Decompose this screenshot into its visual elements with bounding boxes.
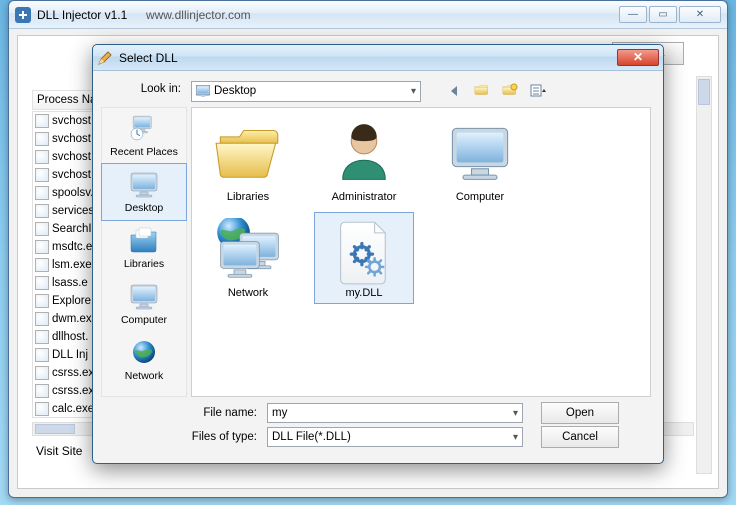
maximize-button[interactable]: ▭ (649, 6, 677, 23)
process-item[interactable]: svchost (33, 130, 101, 148)
desktop-icon (196, 85, 210, 97)
process-item[interactable]: SearchI (33, 220, 101, 238)
filename-label: File name: (97, 407, 267, 419)
views-icon (530, 83, 546, 99)
user-icon (330, 122, 398, 190)
process-item[interactable]: services (33, 202, 101, 220)
dialog-title: Select DLL (119, 51, 178, 65)
file-list-area[interactable]: Libraries Administrator Computer Network my.… (191, 107, 651, 397)
place-recent-places[interactable]: Recent Places (102, 108, 186, 164)
process-item[interactable]: dwm.ex (33, 310, 101, 328)
recent-icon (128, 112, 160, 144)
visit-site-link[interactable]: Visit Site (36, 444, 82, 458)
computer-icon (128, 280, 160, 312)
file-item[interactable]: Network (198, 212, 298, 304)
file-item-label: Administrator (319, 191, 409, 203)
monitor-icon (128, 168, 160, 200)
dialog-close-button[interactable]: ✕ (617, 49, 659, 66)
main-titlebar[interactable]: DLL Injector v1.1 www.dllinjector.com — … (9, 1, 727, 29)
pen-icon (97, 50, 113, 66)
process-item[interactable]: csrss.ex (33, 382, 101, 400)
lookin-combo[interactable]: Desktop (191, 81, 421, 102)
place-computer[interactable]: Computer (102, 276, 186, 332)
open-button[interactable]: Open (541, 402, 619, 424)
filetype-combo[interactable]: DLL File(*.DLL) (267, 427, 523, 447)
process-item[interactable]: msdtc.e (33, 238, 101, 256)
globe-icon (128, 336, 160, 368)
process-item[interactable]: csrss.ex (33, 364, 101, 382)
new-folder-button[interactable] (499, 80, 521, 102)
scrollbar-thumb[interactable] (698, 79, 710, 105)
views-button[interactable] (527, 80, 549, 102)
back-button[interactable] (443, 80, 465, 102)
file-item-label: Libraries (203, 191, 293, 203)
computer-icon (446, 122, 514, 190)
place-desktop[interactable]: Desktop (102, 164, 186, 220)
arrow-left-icon (446, 83, 462, 99)
process-item[interactable]: calc.exe (33, 400, 101, 418)
libraries-icon (128, 224, 160, 256)
file-item[interactable]: Administrator (314, 116, 414, 208)
network-icon (214, 218, 282, 286)
filename-input[interactable]: my (267, 403, 523, 423)
process-item[interactable]: lsass.e (33, 274, 101, 292)
filetype-label: Files of type: (97, 431, 267, 443)
cancel-button[interactable]: Cancel (541, 426, 619, 448)
process-item[interactable]: svchost (33, 148, 101, 166)
file-item-label: Network (203, 287, 293, 299)
places-bar: Recent PlacesDesktopLibrariesComputerNet… (101, 107, 187, 397)
lookin-value: Desktop (214, 85, 256, 97)
scrollbar-thumb[interactable] (35, 424, 75, 434)
process-item[interactable]: lsm.exe (33, 256, 101, 274)
app-icon (15, 7, 31, 23)
main-scrollbar-v[interactable] (696, 76, 712, 474)
file-item[interactable]: my.DLL (314, 212, 414, 304)
lookin-label: Look in: (97, 83, 187, 95)
close-button[interactable]: ✕ (679, 6, 721, 23)
process-item[interactable]: DLL Inj (33, 346, 101, 364)
dialog-body: Look in: Desktop Recent PlacesDesktopLib… (97, 75, 659, 459)
place-network[interactable]: Network (102, 332, 186, 388)
file-item-label: Computer (435, 191, 525, 203)
new-folder-icon (502, 83, 518, 99)
folder-up-icon (474, 83, 490, 99)
main-title: DLL Injector v1.1 www.dllinjector.com (37, 8, 251, 22)
open-file-dialog: Select DLL ✕ Look in: Desktop Recent Pla… (92, 44, 664, 464)
dll-file-icon (330, 218, 398, 286)
file-item-label: my.DLL (319, 287, 409, 299)
dialog-titlebar[interactable]: Select DLL ✕ (93, 45, 663, 71)
process-item[interactable]: spoolsv. (33, 184, 101, 202)
file-item[interactable]: Computer (430, 116, 530, 208)
folder-open-icon (214, 122, 282, 190)
process-item[interactable]: Explore (33, 292, 101, 310)
process-item[interactable]: svchost (33, 112, 101, 130)
minimize-button[interactable]: — (619, 6, 647, 23)
process-item[interactable]: svchost (33, 166, 101, 184)
up-one-level-button[interactable] (471, 80, 493, 102)
place-libraries[interactable]: Libraries (102, 220, 186, 276)
process-item[interactable]: dllhost. (33, 328, 101, 346)
file-item[interactable]: Libraries (198, 116, 298, 208)
